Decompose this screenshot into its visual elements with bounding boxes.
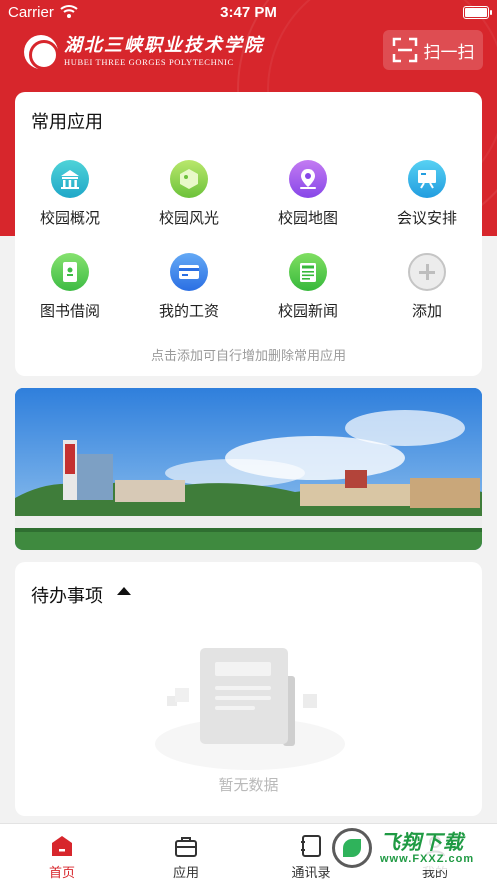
campus-banner-image[interactable] (15, 388, 482, 550)
home-icon (52, 836, 72, 856)
todo-title: 待办事项 (31, 586, 103, 607)
app-my-salary[interactable]: 我的工资 (134, 253, 244, 321)
site-watermark: 飞翔下载 www.FXXZ.com (330, 826, 492, 870)
battery-icon (463, 6, 492, 19)
watermark-logo-icon (332, 828, 372, 868)
tab-home[interactable]: 首页 (0, 824, 124, 883)
school-logo-icon (24, 35, 59, 70)
campus-photo (15, 388, 482, 550)
book-icon (51, 253, 89, 291)
add-icon (408, 253, 446, 291)
app-add[interactable]: 添加 (372, 253, 482, 321)
app-campus-news[interactable]: 校园新闻 (253, 253, 363, 321)
app-library[interactable]: 图书借阅 (15, 253, 125, 321)
building-icon (51, 160, 89, 198)
common-apps-hint: 点击添加可自行增加删除常用应用 (150, 349, 346, 364)
meeting-board-icon (408, 160, 446, 198)
empty-state-icon (155, 648, 345, 770)
scan-icon (392, 37, 417, 63)
empty-state-text: 暂无数据 (218, 776, 279, 794)
app-campus-scenery[interactable]: 校园风光 (134, 160, 244, 228)
school-name-en: HUBEI THREE GORGES POLYTECHNIC (64, 57, 234, 67)
map-pin-icon (289, 160, 327, 198)
news-icon (289, 253, 327, 291)
common-apps-title: 常用应用 (31, 112, 103, 133)
common-apps-card: 常用应用 校园概况 校园风光 校园地图 会议安排 图书借阅 我的工资 校园新闻 … (15, 92, 482, 376)
app-campus-overview[interactable]: 校园概况 (15, 160, 125, 228)
scenery-icon (170, 160, 208, 198)
briefcase-icon (175, 837, 197, 857)
clock: 3:47 PM (220, 4, 277, 21)
scan-label: 扫一扫 (423, 42, 475, 63)
collapse-caret-icon[interactable] (117, 587, 131, 595)
todo-card: 待办事项 暂无数据 (15, 562, 482, 816)
scan-button[interactable]: 扫一扫 (383, 30, 483, 70)
contacts-icon (301, 835, 321, 857)
school-name-cn: 湖北三峡职业技术学院 (64, 35, 264, 56)
status-bar: Carrier 3:47 PM (0, 0, 497, 26)
app-meeting-schedule[interactable]: 会议安排 (372, 160, 482, 228)
school-brand: 湖北三峡职业技术学院 HUBEI THREE GORGES POLYTECHNI… (24, 34, 264, 70)
salary-card-icon (170, 253, 208, 291)
tab-apps[interactable]: 应用 (124, 824, 248, 883)
app-campus-map[interactable]: 校园地图 (253, 160, 363, 228)
